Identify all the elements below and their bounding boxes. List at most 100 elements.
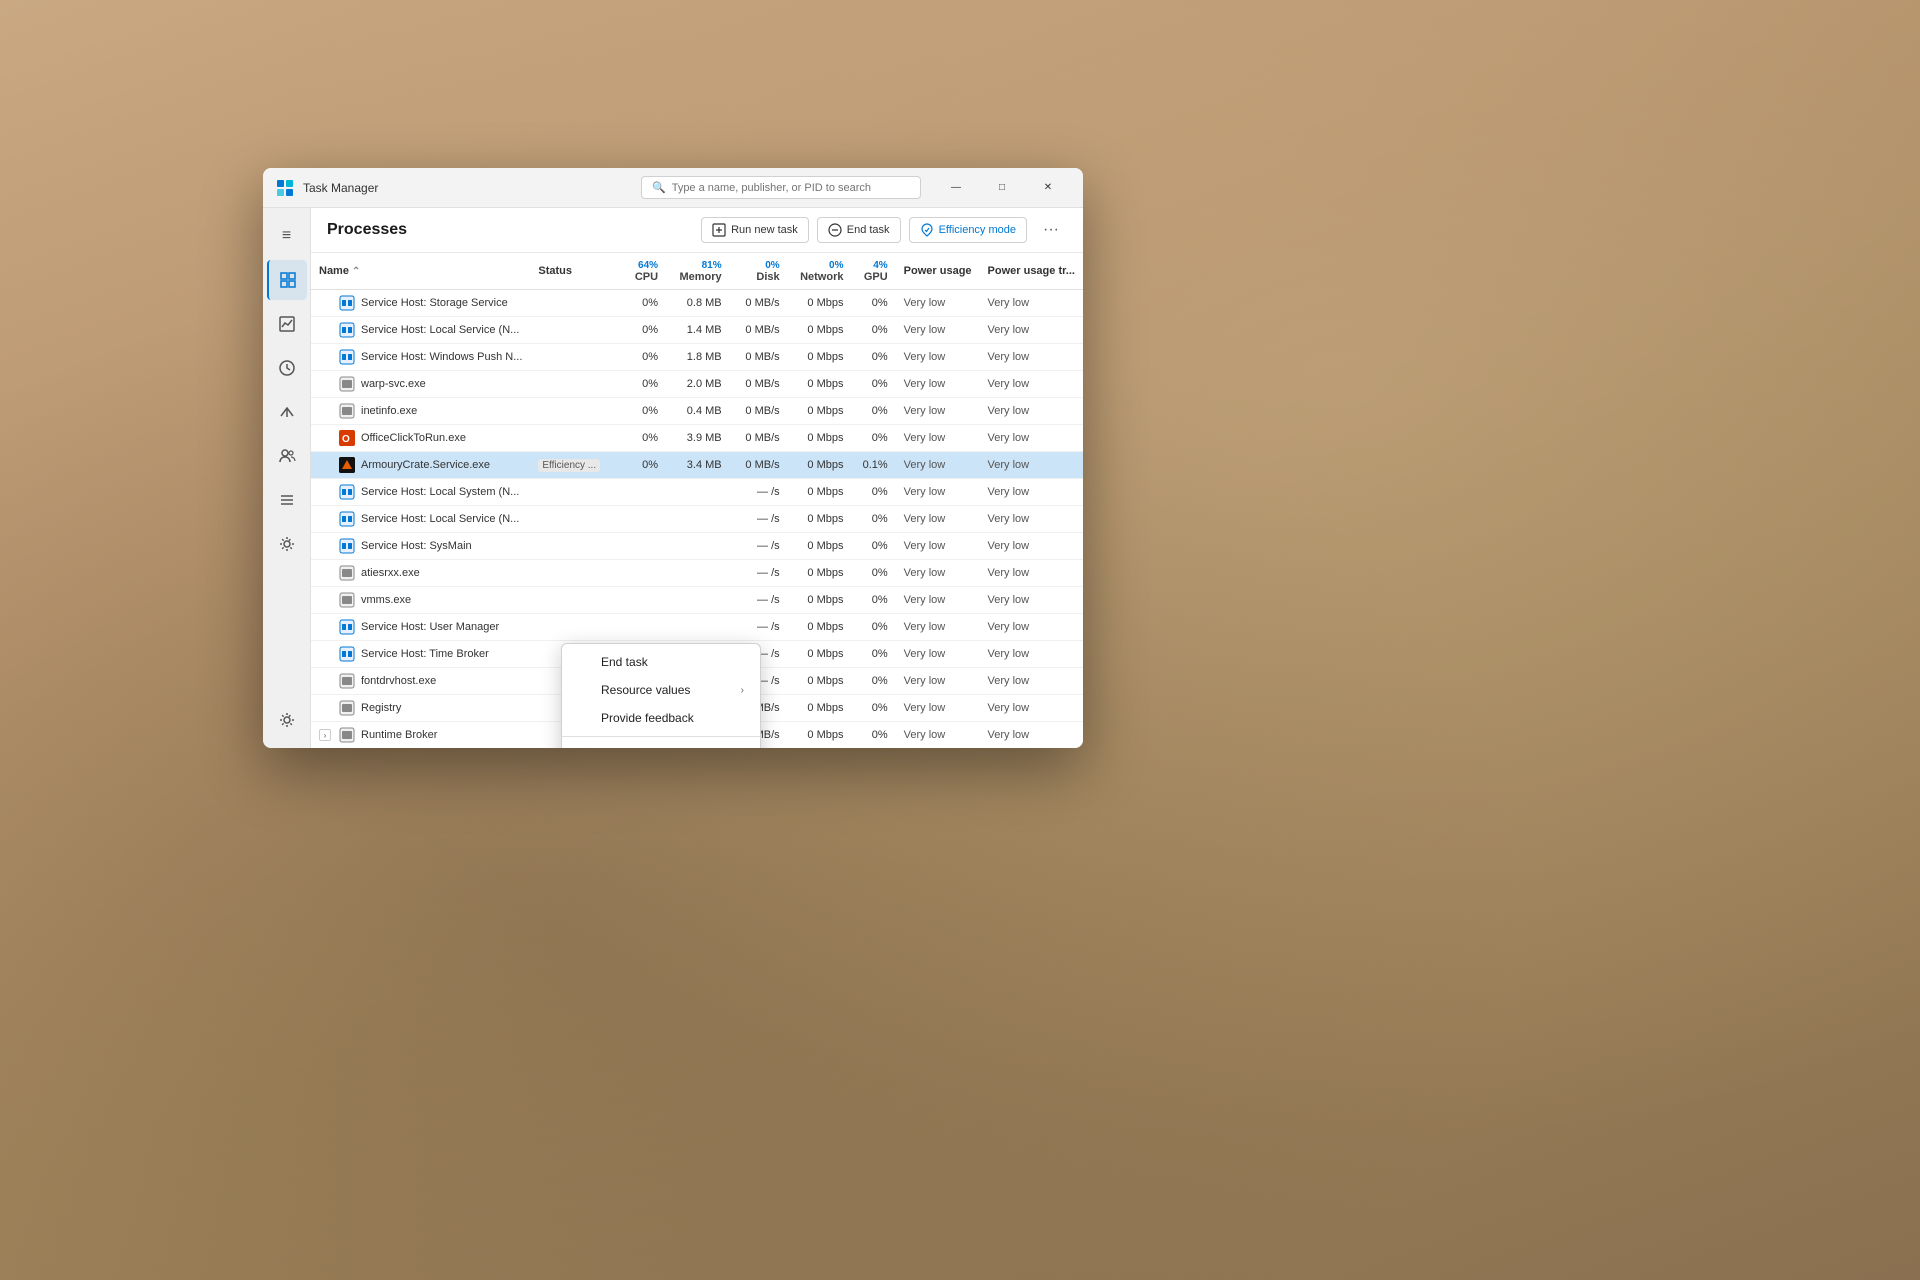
process-power-trend-cell: Very low	[980, 317, 1083, 344]
sidebar: ≡	[263, 208, 311, 748]
process-cpu-cell	[610, 560, 666, 587]
run-new-task-button[interactable]: Run new task	[701, 217, 809, 243]
process-power-cell: Very low	[896, 641, 980, 668]
process-power-trend-cell: Very low	[980, 533, 1083, 560]
minimize-button[interactable]: —	[933, 172, 979, 204]
end-task-button[interactable]: End task	[817, 217, 901, 243]
col-disk[interactable]: 0% Disk	[730, 253, 788, 290]
col-memory[interactable]: 81% Memory	[666, 253, 730, 290]
process-power-trend-cell: Very low	[980, 614, 1083, 641]
sidebar-item-startup[interactable]	[267, 392, 307, 432]
process-power-cell: Very low	[896, 371, 980, 398]
process-status-cell	[530, 398, 610, 425]
process-power-trend-cell: Very low	[980, 425, 1083, 452]
process-status-cell	[530, 560, 610, 587]
process-memory-cell	[666, 533, 730, 560]
sidebar-item-performance[interactable]	[267, 304, 307, 344]
context-menu-item-provide-feedback[interactable]: Provide feedback	[562, 704, 760, 732]
process-power-trend-cell: Very low	[980, 668, 1083, 695]
search-bar[interactable]: 🔍	[641, 176, 921, 199]
efficiency-mode-button[interactable]: Efficiency mode	[909, 217, 1027, 243]
process-icon	[339, 700, 355, 716]
content-area: ≡	[263, 208, 1083, 748]
process-name-cell: Service Host: SysMain	[311, 533, 530, 560]
process-status-cell	[530, 290, 610, 317]
process-name-label: OfficeClickToRun.exe	[361, 432, 466, 444]
col-name[interactable]: Name ⌃	[311, 253, 530, 290]
process-network-cell: 0 Mbps	[788, 398, 852, 425]
process-power-cell: Very low	[896, 398, 980, 425]
process-cpu-cell	[610, 506, 666, 533]
process-gpu-cell: 0%	[851, 641, 895, 668]
process-icon	[339, 673, 355, 689]
titlebar: Task Manager 🔍 — □ ✕	[263, 168, 1083, 208]
process-name-label: Service Host: Local Service (N...	[361, 513, 519, 525]
process-power-cell: Very low	[896, 425, 980, 452]
context-menu-item-label: End task	[601, 655, 648, 669]
process-name-cell: Service Host: Local System (N...	[311, 479, 530, 506]
process-name-label: Service Host: Time Broker	[361, 648, 489, 660]
sidebar-item-history[interactable]	[267, 348, 307, 388]
close-button[interactable]: ✕	[1025, 172, 1071, 204]
process-name-cell: O OfficeClickToRun.exe	[311, 425, 530, 452]
sidebar-item-users[interactable]	[267, 436, 307, 476]
process-network-cell: 0 Mbps	[788, 695, 852, 722]
context-menu-item-resource-values[interactable]: Resource values›	[562, 676, 760, 704]
process-cpu-cell: 0%	[610, 344, 666, 371]
sidebar-item-services[interactable]	[267, 524, 307, 564]
col-power-usage[interactable]: Power usage	[896, 253, 980, 290]
more-options-button[interactable]: ···	[1035, 216, 1067, 244]
process-power-cell: Very low	[896, 479, 980, 506]
col-status[interactable]: Status	[530, 253, 610, 290]
process-icon	[339, 457, 355, 473]
sidebar-item-processes[interactable]	[267, 260, 307, 300]
process-name-cell: atiesrxx.exe	[311, 560, 530, 587]
process-name-cell: Service Host: Local Service (N...	[311, 506, 530, 533]
window-controls: — □ ✕	[933, 172, 1071, 204]
process-name-label: vmms.exe	[361, 594, 411, 606]
process-icon: O	[339, 430, 355, 446]
process-name-label: Service Host: Local Service (N...	[361, 324, 519, 336]
context-menu-item-efficiency-mode[interactable]: ✓Efficiency mode	[562, 741, 760, 748]
process-status-cell: Efficiency ...	[530, 452, 610, 479]
search-input[interactable]	[672, 182, 910, 194]
col-cpu[interactable]: 64% CPU	[610, 253, 666, 290]
process-gpu-cell: 0%	[851, 695, 895, 722]
sidebar-item-hamburger[interactable]: ≡	[267, 216, 307, 256]
process-name-cell: Service Host: Time Broker	[311, 641, 530, 668]
process-table-container[interactable]: Name ⌃ Status 64% CPU 81% Memory	[311, 253, 1083, 748]
col-power-trend[interactable]: Power usage tr...	[980, 253, 1083, 290]
process-gpu-cell: 0%	[851, 668, 895, 695]
process-disk-cell: 0 MB/s	[730, 290, 788, 317]
task-manager-window: Task Manager 🔍 — □ ✕ ≡	[263, 168, 1083, 748]
process-network-cell: 0 Mbps	[788, 317, 852, 344]
process-disk-cell: — /s	[730, 587, 788, 614]
process-network-cell: 0 Mbps	[788, 479, 852, 506]
process-cpu-cell	[610, 587, 666, 614]
process-memory-cell: 0.8 MB	[666, 290, 730, 317]
process-disk-cell: 0 MB/s	[730, 371, 788, 398]
process-memory-cell: 3.4 MB	[666, 452, 730, 479]
process-status-cell	[530, 479, 610, 506]
context-menu-item-end-task[interactable]: End task	[562, 648, 760, 676]
process-power-trend-cell: Very low	[980, 452, 1083, 479]
col-gpu[interactable]: 4% GPU	[851, 253, 895, 290]
process-name-cell: inetinfo.exe	[311, 398, 530, 425]
process-name-label: Service Host: Windows Push N...	[361, 351, 522, 363]
process-cpu-cell: 0%	[610, 398, 666, 425]
expand-button[interactable]: ›	[319, 729, 331, 741]
sidebar-item-details[interactable]	[267, 480, 307, 520]
maximize-button[interactable]: □	[979, 172, 1025, 204]
process-icon	[339, 646, 355, 662]
process-power-trend-cell: Very low	[980, 641, 1083, 668]
settings-button[interactable]	[267, 700, 307, 740]
process-disk-cell: — /s	[730, 506, 788, 533]
process-icon	[339, 295, 355, 311]
process-icon	[339, 565, 355, 581]
process-power-cell: Very low	[896, 722, 980, 749]
context-menu-item-label: Provide feedback	[601, 711, 694, 725]
process-cpu-cell: 0%	[610, 317, 666, 344]
process-name-cell: ArmouryCrate.Service.exe	[311, 452, 530, 479]
process-icon	[339, 592, 355, 608]
col-network[interactable]: 0% Network	[788, 253, 852, 290]
